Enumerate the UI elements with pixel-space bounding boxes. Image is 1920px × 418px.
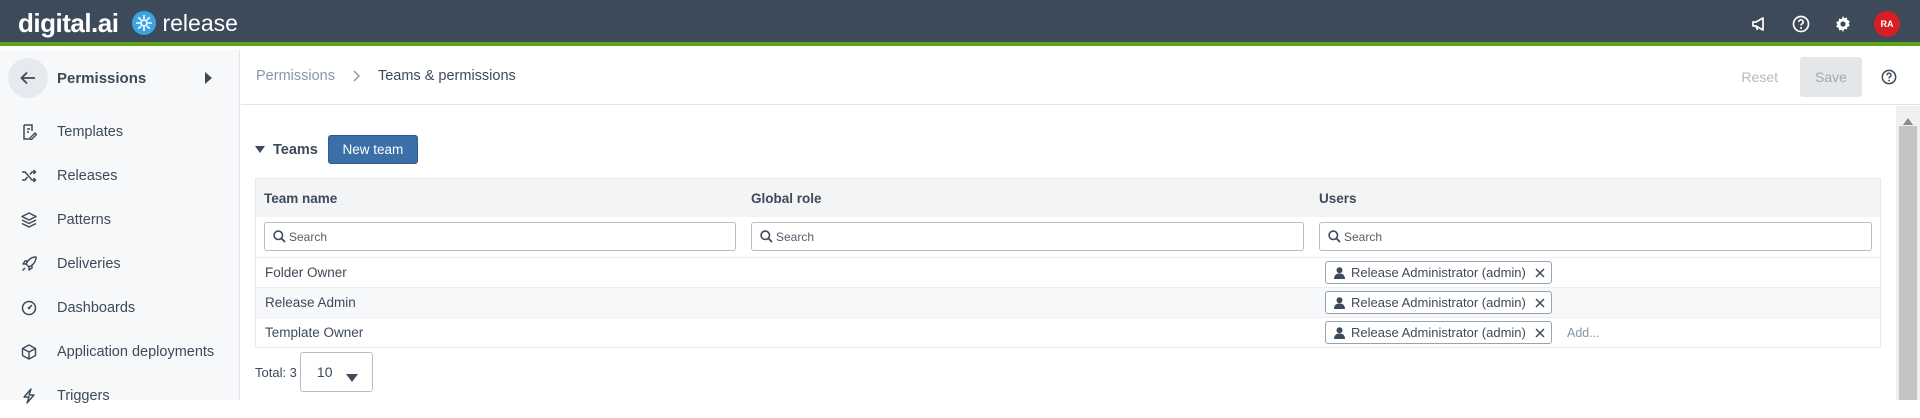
page-size-select[interactable]: 10 bbox=[299, 352, 373, 392]
rocket-icon bbox=[20, 255, 38, 273]
caret-down-icon bbox=[255, 146, 265, 153]
search-icon bbox=[1328, 230, 1341, 243]
release-logo-icon bbox=[132, 11, 157, 35]
sidebar-item-label: Triggers bbox=[57, 388, 110, 404]
table-header: Team name Global role Users bbox=[256, 179, 1880, 217]
user-icon bbox=[1334, 266, 1345, 279]
template-icon bbox=[20, 123, 38, 141]
sidebar-item-patterns[interactable]: Patterns bbox=[0, 198, 240, 242]
user-avatar[interactable]: RA bbox=[1874, 11, 1900, 37]
sidebar-item-label: Releases bbox=[57, 168, 118, 184]
scrollbar-thumb[interactable] bbox=[1899, 126, 1917, 400]
sidebar-item-dashboards[interactable]: Dashboards bbox=[0, 286, 240, 330]
user-icon bbox=[1334, 296, 1345, 309]
gear-icon[interactable] bbox=[1832, 13, 1854, 35]
team-name-cell[interactable]: Template Owner bbox=[265, 325, 363, 340]
sidebar-title: Permissions bbox=[57, 69, 147, 87]
search-placeholder: Search bbox=[776, 229, 815, 244]
sidebar: Permissions Templates Releases Patterns bbox=[0, 50, 240, 404]
search-placeholder: Search bbox=[289, 229, 328, 244]
user-chip-label: Release Administrator (admin) bbox=[1351, 265, 1526, 280]
reset-button[interactable]: Reset bbox=[1741, 69, 1778, 85]
search-icon bbox=[273, 230, 286, 243]
help-icon[interactable] bbox=[1878, 66, 1900, 88]
new-team-button[interactable]: New team bbox=[327, 135, 418, 164]
page-size-value: 10 bbox=[316, 364, 333, 380]
chevron-right-icon bbox=[353, 70, 360, 82]
team-name-search-input[interactable]: Search bbox=[264, 222, 736, 251]
sidebar-item-label: Application deployments bbox=[57, 344, 215, 360]
shuffle-icon bbox=[20, 167, 38, 185]
teams-section-header: Teams New team bbox=[255, 135, 418, 164]
sidebar-expand-icon[interactable] bbox=[204, 71, 212, 89]
column-header-global-role: Global role bbox=[751, 191, 822, 206]
user-chip: Release Administrator (admin) bbox=[1325, 291, 1552, 314]
table-row[interactable]: Template Owner Release Administrator (ad… bbox=[256, 317, 1880, 347]
sidebar-item-application-deployments[interactable]: Application deployments bbox=[0, 330, 240, 374]
sidebar-header: Permissions bbox=[8, 58, 232, 98]
add-user-input[interactable]: Add... bbox=[1567, 326, 1600, 340]
top-actions: RA bbox=[1748, 11, 1900, 37]
search-icon bbox=[760, 230, 773, 243]
product-name: release bbox=[162, 9, 238, 36]
teams-section-label: Teams bbox=[273, 141, 318, 158]
remove-user-icon[interactable] bbox=[1535, 267, 1545, 278]
global-role-search-input[interactable]: Search bbox=[751, 222, 1304, 251]
column-header-team-name: Team name bbox=[264, 191, 338, 206]
user-icon bbox=[1334, 326, 1345, 339]
breadcrumb: Permissions Teams & permissions bbox=[256, 68, 516, 84]
help-icon[interactable] bbox=[1790, 13, 1812, 35]
user-chip-label: Release Administrator (admin) bbox=[1351, 325, 1526, 340]
remove-user-icon[interactable] bbox=[1535, 327, 1545, 338]
team-name-cell[interactable]: Folder Owner bbox=[265, 265, 347, 280]
user-chip: Release Administrator (admin) bbox=[1325, 261, 1552, 284]
team-name-cell[interactable]: Release Admin bbox=[265, 295, 356, 310]
megaphone-icon[interactable] bbox=[1748, 13, 1770, 35]
page-title: Teams & permissions bbox=[377, 68, 516, 84]
teams-table: Team name Global role Users Search Searc… bbox=[255, 178, 1881, 348]
layers-icon bbox=[20, 211, 38, 229]
teams-content: Teams New team Team name Global role Use… bbox=[241, 106, 1896, 400]
sidebar-item-label: Deliveries bbox=[57, 256, 121, 272]
sidebar-nav: Templates Releases Patterns Deliveries D… bbox=[0, 110, 240, 418]
cube-icon bbox=[20, 343, 38, 361]
column-header-users: Users bbox=[1319, 191, 1357, 206]
search-placeholder: Search bbox=[1344, 229, 1383, 244]
user-chip-label: Release Administrator (admin) bbox=[1351, 295, 1526, 310]
page-header: Permissions Teams & permissions Reset Sa… bbox=[241, 50, 1920, 105]
user-chip: Release Administrator (admin) bbox=[1325, 321, 1552, 344]
sidebar-item-triggers[interactable]: Triggers bbox=[0, 374, 240, 418]
vertical-scrollbar[interactable] bbox=[1896, 106, 1920, 400]
table-row[interactable]: Release Admin Release Administrator (adm… bbox=[256, 287, 1880, 317]
sidebar-item-templates[interactable]: Templates bbox=[0, 110, 240, 154]
breadcrumb-permissions-link[interactable]: Permissions bbox=[256, 68, 335, 84]
sidebar-item-deliveries[interactable]: Deliveries bbox=[0, 242, 240, 286]
sidebar-item-label: Templates bbox=[57, 124, 124, 140]
brand-logo[interactable]: digital.ai release bbox=[18, 8, 238, 38]
table-row[interactable]: Folder Owner Release Administrator (admi… bbox=[256, 257, 1880, 287]
sidebar-item-label: Dashboards bbox=[57, 300, 136, 316]
back-button[interactable] bbox=[8, 58, 48, 98]
top-bar: digital.ai release RA bbox=[0, 0, 1920, 46]
users-search-input[interactable]: Search bbox=[1319, 222, 1872, 251]
gauge-icon bbox=[20, 299, 38, 317]
header-actions: Reset Save bbox=[1741, 57, 1900, 97]
table-footer: Total: 3 10 bbox=[255, 352, 373, 392]
sidebar-item-label: Patterns bbox=[57, 212, 111, 228]
bolt-icon bbox=[20, 387, 38, 405]
sidebar-item-releases[interactable]: Releases bbox=[0, 154, 240, 198]
teams-collapse-toggle[interactable]: Teams bbox=[255, 142, 318, 158]
save-button[interactable]: Save bbox=[1800, 57, 1862, 97]
company-logo-text: digital.ai bbox=[18, 7, 119, 38]
caret-down-icon bbox=[345, 369, 358, 385]
total-count: Total: 3 bbox=[255, 364, 297, 380]
filter-row: Search Search Search bbox=[256, 217, 1880, 257]
remove-user-icon[interactable] bbox=[1535, 297, 1545, 308]
